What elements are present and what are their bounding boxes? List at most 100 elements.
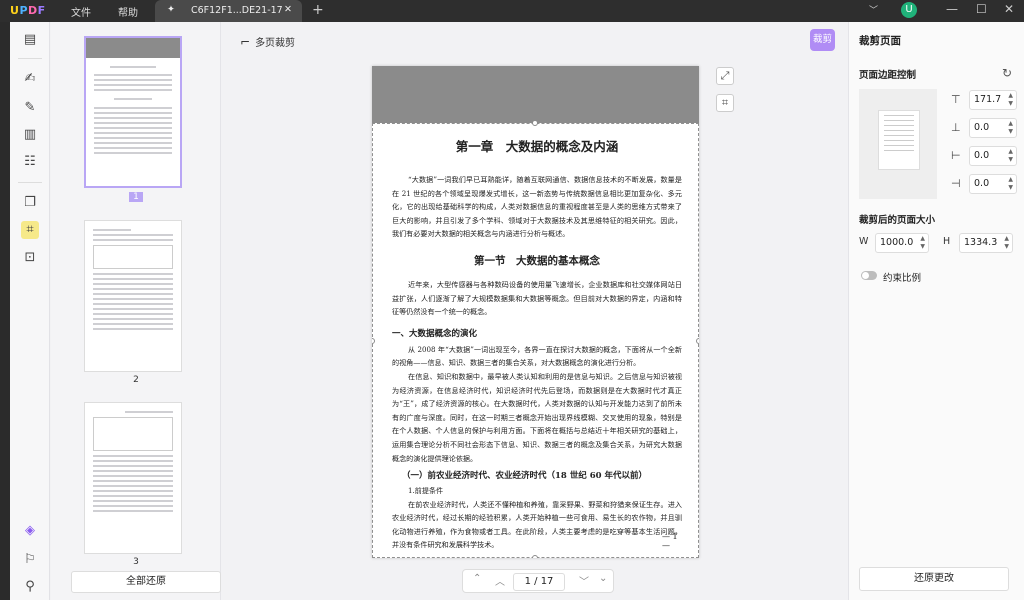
crop-handle-right[interactable]: [696, 338, 699, 344]
redact-icon[interactable]: ⊡: [21, 249, 39, 267]
stepper-icon[interactable]: ▲ ▼: [1008, 176, 1013, 192]
constrain-label: 约束比例: [883, 273, 922, 284]
thumbnail-label: 3: [133, 557, 139, 567]
crop-preview: [859, 89, 937, 199]
new-tab-button[interactable]: +: [312, 2, 324, 18]
menu-help[interactable]: 帮助: [118, 4, 138, 19]
stepper-icon[interactable]: ▲ ▼: [920, 235, 925, 251]
rail-divider: [18, 182, 42, 183]
subsection-title: 一、大数据概念的演化: [392, 328, 478, 339]
width-field[interactable]: W 1000.0 ▲ ▼: [859, 233, 931, 253]
page-number-input[interactable]: 1 / 17: [513, 573, 565, 591]
multi-page-crop-label: 多页裁剪: [255, 38, 296, 49]
organize-icon[interactable]: ❐: [21, 194, 39, 212]
restore-changes-button[interactable]: 还原更改: [859, 567, 1009, 591]
margin-top-input[interactable]: 171.7 ▲ ▼: [969, 90, 1017, 110]
height-input[interactable]: 1334.3 ▲ ▼: [959, 233, 1013, 253]
layers-icon[interactable]: ◈: [21, 522, 39, 540]
paragraph: 从 2008 年“大数据”一词出现至今，各界一直在探讨大数据的概念，下面将从一个…: [392, 344, 682, 368]
margin-bottom-input[interactable]: 0.0 ▲ ▼: [969, 118, 1017, 138]
fit-page-icon[interactable]: ⤢: [716, 67, 734, 85]
maximize-icon[interactable]: ☐: [976, 2, 987, 16]
comment-icon[interactable]: ✍: [21, 70, 39, 88]
margin-right-field[interactable]: ⊣ 0.0 ▲ ▼: [951, 174, 1017, 194]
form-icon[interactable]: ☷: [21, 153, 39, 171]
restore-all-button[interactable]: 全部还原: [71, 571, 221, 593]
app-logo: UPDF: [10, 4, 46, 17]
title-bar: UPDF 文件 帮助 ✦ C6F12F1...DE21-17 ✕ + ﹀ U —…: [0, 0, 1024, 22]
preview-page: [878, 110, 920, 170]
reader-icon[interactable]: ▤: [21, 31, 39, 49]
panel-title: 裁剪页面: [859, 35, 901, 47]
chevron-down-icon[interactable]: ﹀: [869, 3, 878, 16]
page-icon[interactable]: ▥: [21, 126, 39, 144]
thumbnail-label: 2: [133, 375, 139, 385]
margin-right-icon: ⊣: [951, 177, 961, 190]
paragraph: “大数据”一词我们早已耳熟能详，随着互联网通信、数据信息技术的不断发展，数量是在…: [392, 175, 682, 239]
margin-bottom-field[interactable]: ⊥ 0.0 ▲ ▼: [951, 118, 1017, 138]
pdf-page: 第一章 大数据的概念及内涵 “大数据”一词我们早已耳熟能详，随着互联网通信、数据…: [372, 66, 699, 558]
close-tab-icon[interactable]: ✕: [284, 4, 292, 15]
cropped-margin-area: [372, 66, 699, 123]
page-content: 第一章 大数据的概念及内涵 “大数据”一词我们早已耳熟能详，随着互联网通信、数据…: [392, 132, 682, 552]
stepper-icon[interactable]: ▲ ▼: [1004, 235, 1009, 251]
thumbnail-label: 1: [51, 192, 221, 202]
height-field[interactable]: H 1334.3 ▲ ▼: [943, 233, 1015, 253]
last-page-icon[interactable]: ⌄: [599, 573, 607, 584]
paragraph: 近年来，大型传感器与各种数码设备的使用量飞速增长，企业数据库和社交媒体网站日益扩…: [392, 279, 682, 317]
paragraph: 1.前提条件: [408, 486, 444, 496]
attachment-icon[interactable]: ⚲: [21, 578, 39, 596]
margin-bottom-icon: ⊥: [951, 121, 961, 134]
stepper-icon[interactable]: ▲ ▼: [1008, 120, 1013, 136]
bookmark-icon[interactable]: ⚐: [21, 551, 39, 569]
crop-icon[interactable]: ⌗: [21, 221, 39, 239]
stepper-icon[interactable]: ▲ ▼: [1008, 92, 1013, 108]
app-body: ▤ ✍ ✎ ▥ ☷ ❐ ⌗ ⊡ ◈ ⚐ ⚲ 1 2 3 全部还原 ⌐ 多页裁剪 …: [10, 22, 1024, 600]
crop-button[interactable]: 裁剪: [810, 29, 835, 51]
prev-page-icon[interactable]: ︿: [495, 573, 505, 588]
section-title: 第一节 大数据的基本概念: [474, 254, 600, 267]
chapter-title: 第一章 大数据的概念及内涵: [455, 139, 619, 154]
next-page-icon[interactable]: ﹀: [579, 573, 589, 588]
paragraph: 在信息、知识和数据中，最早被人类认知和利用的是信息与知识。之后信息与知识被视为经…: [392, 371, 682, 463]
page-navigator: ⌃ ︿ 1 / 17 ﹀ ⌄: [462, 569, 614, 593]
margin-right-input[interactable]: 0.0 ▲ ▼: [969, 174, 1017, 194]
crop-handle-bottom[interactable]: [532, 555, 538, 558]
margin-top-field[interactable]: ⊤ 171.7 ▲ ▼: [951, 90, 1017, 110]
constrain-toggle[interactable]: [861, 271, 877, 280]
edit-icon[interactable]: ✎: [21, 99, 39, 117]
multi-page-crop-button[interactable]: ⌐ 多页裁剪: [240, 34, 295, 49]
close-window-icon[interactable]: ✕: [1004, 2, 1014, 16]
thumbnail-page-3[interactable]: [84, 402, 182, 554]
thumbnail-page-1[interactable]: [84, 36, 182, 188]
thumbnail-panel: 1 2 3 全部还原: [51, 22, 221, 600]
margin-top-icon: ⊤: [951, 93, 961, 106]
page-footer: — 1 —: [662, 532, 678, 550]
width-label: W: [859, 236, 869, 247]
crop-panel: 裁剪页面 页面边距控制 ↻ ⊤ 171.7 ▲ ▼ ⊥ 0.0 ▲ ▼ ⊢ 0.0 ▲ ▼ …: [848, 22, 1024, 600]
thumbnail-page-2[interactable]: [84, 220, 182, 372]
tab-title: C6F12F1...DE21-17: [191, 5, 283, 16]
stepper-icon[interactable]: ▲ ▼: [1008, 148, 1013, 164]
first-page-icon[interactable]: ⌃: [473, 573, 481, 584]
crop-handle-top[interactable]: [532, 120, 538, 126]
rail-divider: [18, 58, 42, 59]
width-input[interactable]: 1000.0 ▲ ▼: [875, 233, 929, 253]
paragraph: 在前农业经济时代，人类还不懂种植和养殖，靠采野果、野菜和狩猎来保证生存。进入农业…: [392, 499, 682, 550]
subsection-title: （一）前农业经济时代、农业经济时代（18 世纪 60 年代以前）: [402, 471, 648, 482]
reset-icon[interactable]: ↻: [1002, 66, 1012, 80]
document-tab[interactable]: ✦ C6F12F1...DE21-17 ✕: [155, 0, 302, 22]
menu-file[interactable]: 文件: [71, 4, 91, 19]
margin-left-icon: ⊢: [951, 149, 961, 162]
document-canvas: ⌐ 多页裁剪 裁剪 第一章 大数据的概念及内涵 “大数据”一词我们早已耳熟能详，随…: [222, 22, 848, 600]
auto-crop-icon[interactable]: ⌗: [716, 94, 734, 112]
height-label: H: [943, 236, 951, 247]
avatar[interactable]: U: [901, 2, 917, 18]
pin-icon[interactable]: ✦: [167, 4, 175, 15]
margin-left-field[interactable]: ⊢ 0.0 ▲ ▼: [951, 146, 1017, 166]
margin-left-input[interactable]: 0.0 ▲ ▼: [969, 146, 1017, 166]
crop-icon: ⌐: [240, 35, 251, 49]
size-heading: 裁剪后的页面大小: [859, 215, 936, 226]
minimize-icon[interactable]: —: [946, 2, 958, 16]
tool-rail: ▤ ✍ ✎ ▥ ☷ ❐ ⌗ ⊡ ◈ ⚐ ⚲: [10, 22, 50, 600]
